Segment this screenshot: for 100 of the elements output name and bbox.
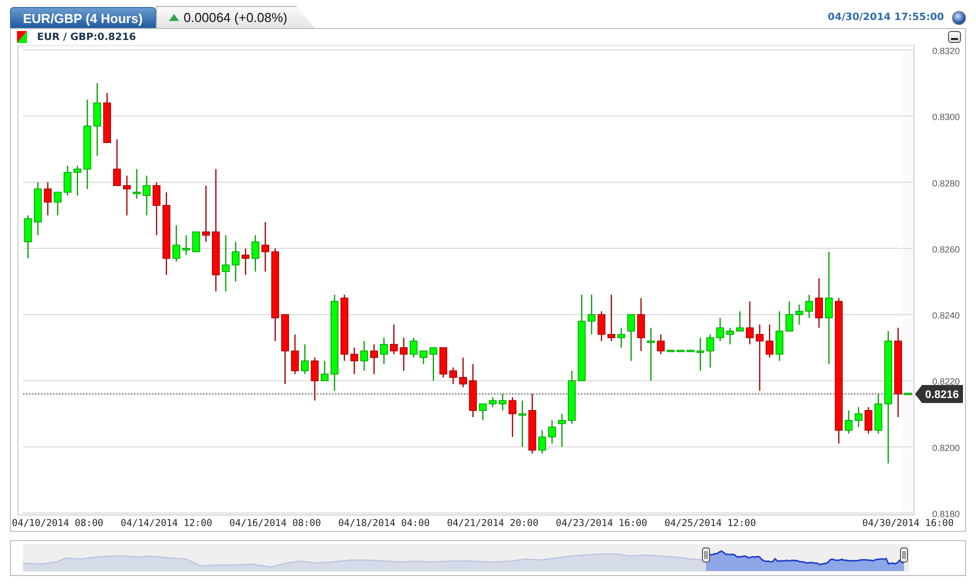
candle xyxy=(528,394,536,454)
candle xyxy=(508,397,516,437)
candle xyxy=(656,334,665,354)
candle xyxy=(64,166,72,196)
x-axis-label: 04/30/2014 16:00 xyxy=(862,518,954,529)
range-handle-icon[interactable] xyxy=(702,548,710,562)
candle xyxy=(380,338,388,364)
candle xyxy=(350,348,358,374)
candle xyxy=(854,407,862,428)
candle xyxy=(666,350,675,352)
candle xyxy=(449,367,458,384)
candle xyxy=(558,414,566,447)
candle xyxy=(637,298,645,351)
candle xyxy=(805,294,814,318)
candle xyxy=(390,324,398,354)
range-handle-icon[interactable] xyxy=(900,548,908,562)
candle xyxy=(420,350,428,364)
candle xyxy=(222,235,230,292)
candle xyxy=(598,311,606,342)
y-axis-label: 0.8260 xyxy=(932,244,960,254)
candle xyxy=(488,397,497,408)
candle xyxy=(291,334,299,374)
x-axis-label: 04/16/2014 08:00 xyxy=(229,518,321,529)
candle xyxy=(430,347,438,381)
candle xyxy=(686,350,694,352)
candle xyxy=(736,311,744,332)
current-price-tag: 0.8216 xyxy=(915,384,963,403)
candle xyxy=(242,248,250,275)
candle xyxy=(647,328,655,381)
y-axis-label: 0.8200 xyxy=(932,442,960,453)
candle xyxy=(568,370,576,424)
candle xyxy=(44,182,52,216)
candle xyxy=(726,328,734,344)
candle xyxy=(469,364,477,418)
candle xyxy=(370,344,378,374)
candle xyxy=(607,294,616,342)
candle xyxy=(874,394,882,434)
candle xyxy=(182,235,190,256)
candle xyxy=(261,222,270,272)
candle xyxy=(410,338,418,358)
candle xyxy=(498,394,506,410)
y-axis-label: 0.8220 xyxy=(932,376,960,387)
minimize-button[interactable] xyxy=(948,31,961,43)
candle xyxy=(815,278,823,328)
candle xyxy=(400,338,408,371)
candle xyxy=(310,358,319,401)
candle xyxy=(864,407,872,434)
timestamp: 04/30/2014 17:55:00 xyxy=(828,12,944,23)
candle xyxy=(756,324,764,391)
candle xyxy=(202,186,210,242)
chart-tab[interactable]: EUR/GBP (4 Hours) xyxy=(10,7,156,28)
candle xyxy=(776,311,784,361)
candle xyxy=(538,430,546,454)
candle xyxy=(300,344,309,374)
candle xyxy=(192,232,200,252)
candle xyxy=(34,182,42,236)
candle xyxy=(132,169,141,199)
candle xyxy=(676,350,684,352)
candle xyxy=(74,166,82,196)
candle xyxy=(696,338,704,371)
candle xyxy=(904,392,912,396)
candle-legend-icon xyxy=(17,31,27,43)
candle xyxy=(706,334,714,368)
y-axis-label: 0.8180 xyxy=(932,509,960,519)
x-axis-label: 04/25/2014 12:00 xyxy=(664,518,756,529)
settings-orb-button[interactable] xyxy=(952,11,966,25)
candle xyxy=(122,176,131,216)
candle xyxy=(172,225,180,262)
candle xyxy=(617,328,626,348)
candle xyxy=(281,314,289,384)
candle xyxy=(795,304,804,324)
y-axis-label: 0.8280 xyxy=(932,178,960,188)
candle xyxy=(360,341,368,371)
y-axis-label: 0.8320 xyxy=(932,46,960,56)
x-axis-label: 04/14/2014 12:00 xyxy=(120,518,212,529)
candle xyxy=(439,347,448,378)
candle xyxy=(152,182,160,236)
candle xyxy=(746,301,754,344)
candle xyxy=(785,301,794,332)
candle xyxy=(766,324,774,358)
candle xyxy=(340,294,348,361)
candle xyxy=(627,314,636,361)
candle xyxy=(54,192,62,216)
candle xyxy=(478,403,487,420)
x-axis-label: 04/23/2014 16:00 xyxy=(556,518,648,529)
candle xyxy=(716,318,724,342)
candle xyxy=(844,410,853,434)
y-axis-label: 0.8300 xyxy=(932,112,960,122)
series-legend: EUR / GBP:0.8216 xyxy=(37,32,136,42)
candle xyxy=(548,420,556,444)
x-axis-label: 04/10/2014 08:00 xyxy=(12,518,104,529)
y-axis-label: 0.8240 xyxy=(932,310,960,321)
candle xyxy=(588,294,596,334)
candle xyxy=(24,215,32,258)
candle xyxy=(518,400,526,447)
candle xyxy=(232,242,240,282)
x-axis-label: 04/18/2014 04:00 xyxy=(338,518,430,529)
candle xyxy=(113,139,121,186)
x-axis-label: 04/21/2014 20:00 xyxy=(446,518,538,529)
candle xyxy=(142,176,151,216)
